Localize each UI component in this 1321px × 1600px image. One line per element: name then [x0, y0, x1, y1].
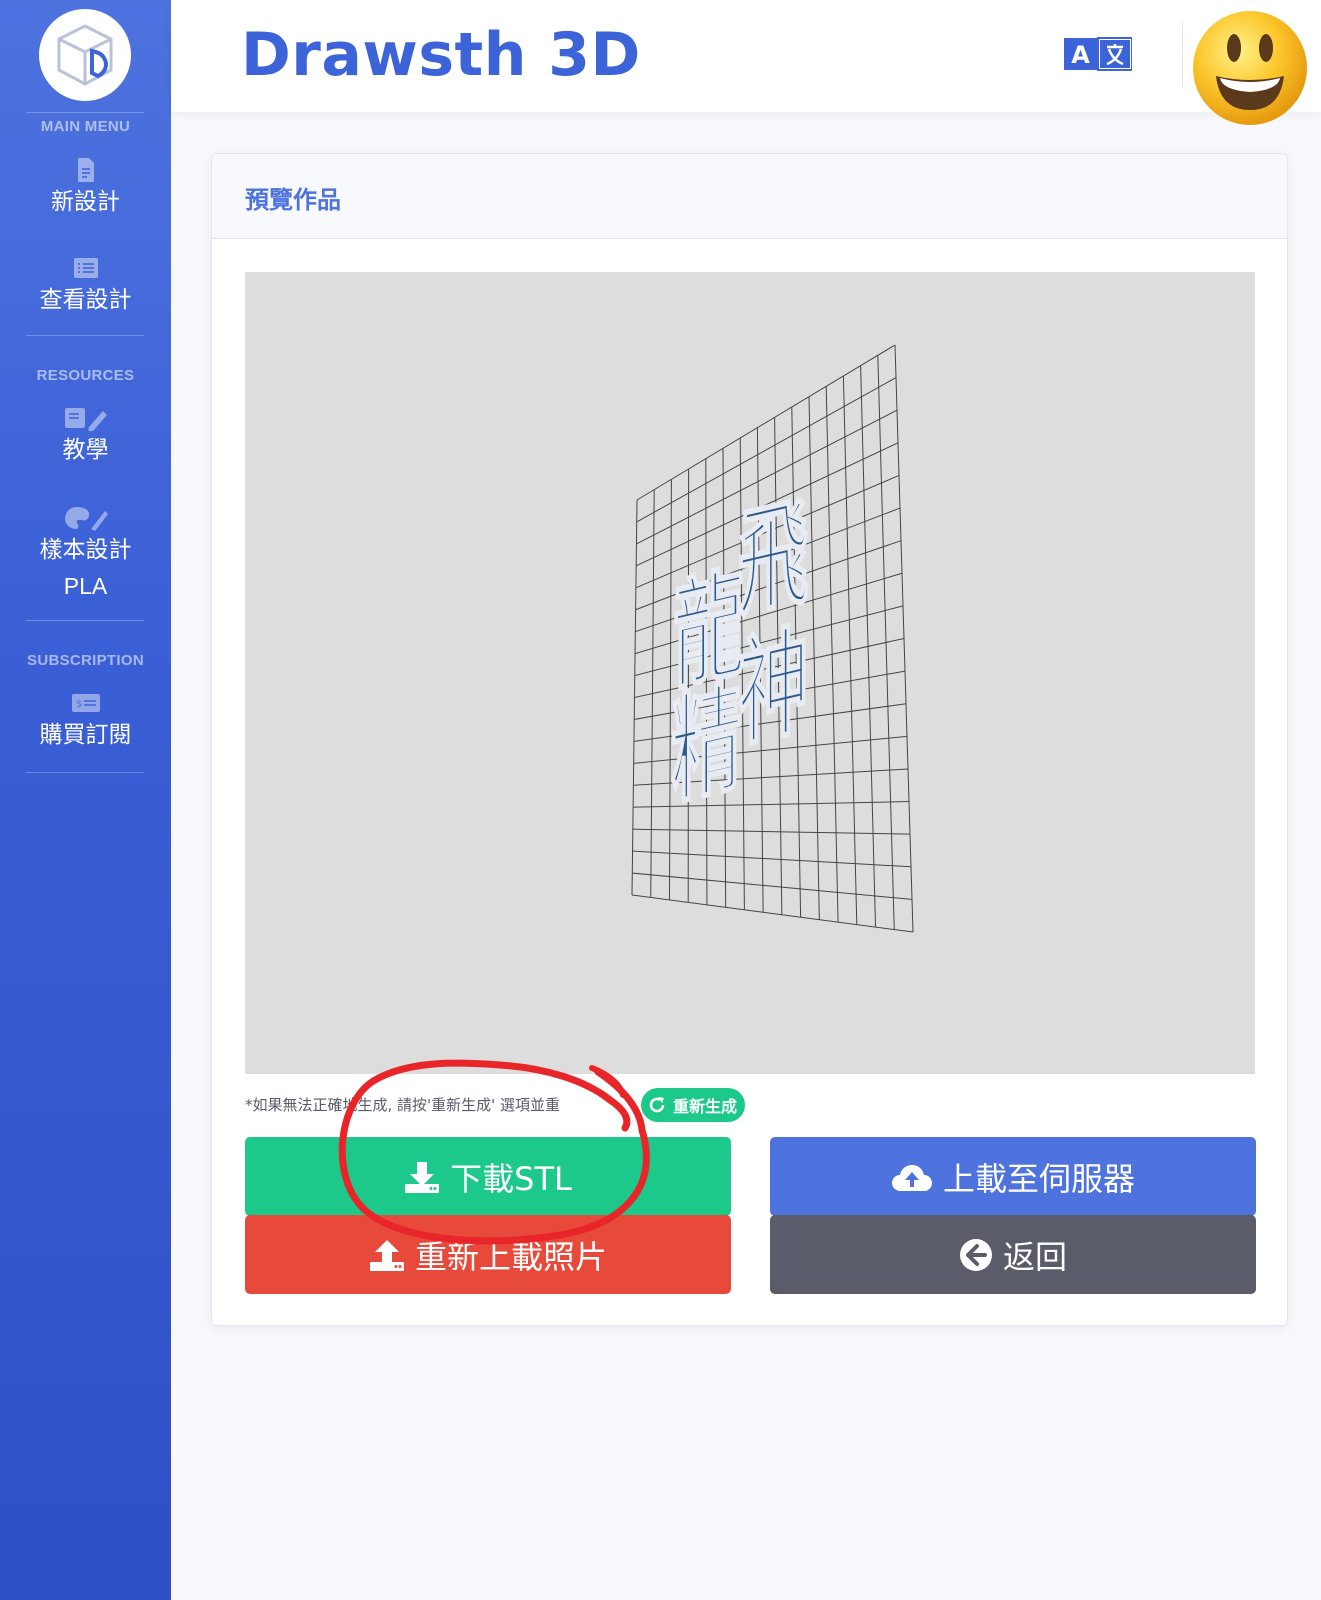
upload-server-label: 上載至伺服器: [942, 1159, 1135, 1198]
grid-line: [632, 850, 912, 868]
sidebar-item-label: 購買訂閱: [39, 722, 132, 748]
sidebar-divider: [26, 112, 144, 113]
3d-preview-viewer[interactable]: 飛 神 龍 精: [245, 272, 1255, 1074]
card-title: 預覽作品: [245, 186, 341, 214]
svg-text:精: 精: [671, 668, 742, 823]
upload-icon: [369, 1239, 404, 1271]
sidebar-item-label: 新設計: [51, 189, 120, 215]
regenerate-hint: *如果無法正確地生成, 請按'重新生成' 選項並重: [245, 1096, 561, 1114]
brand-title[interactable]: Drawsth 3D: [241, 20, 641, 90]
sidebar-divider: [26, 772, 144, 773]
sidebar-item-label: 查看設計: [39, 287, 132, 313]
sidebar-item-view-designs[interactable]: 查看設計: [0, 255, 171, 317]
preview-card: 預覽作品 飛 神 龍 精 *如果無法正確地生成, 請按'重新生成' 選項並重 重…: [211, 153, 1288, 1326]
logo[interactable]: [39, 9, 131, 101]
smiley-face-icon[interactable]: [1190, 6, 1310, 126]
money-card-icon: $: [71, 694, 100, 712]
3d-model-preview[interactable]: 飛 神 龍 精: [245, 272, 1255, 1074]
sidebar-item-sample-designs[interactable]: 樣本設計 PLA: [0, 505, 171, 603]
sidebar-divider: [26, 620, 144, 621]
grid-line: [636, 344, 896, 501]
sidebar: MAIN MENU 新設計 查看設計 RESOURCES 教學 樣本設計 PLA: [0, 0, 171, 1600]
download-icon: [405, 1161, 440, 1193]
sidebar-item-sublabel: PLA: [63, 573, 108, 599]
list-icon: [73, 258, 98, 278]
topbar: Drawsth 3D A: [171, 0, 1321, 125]
regenerate-label: 重新生成: [673, 1097, 738, 1116]
book-pencil-icon: [64, 408, 107, 431]
translate-icon[interactable]: A: [1064, 37, 1132, 71]
palette-brush-icon: [64, 507, 108, 531]
cloud-upload-icon: [891, 1164, 932, 1191]
sidebar-item-label: 樣本設計: [39, 537, 132, 563]
back-button[interactable]: 返回: [770, 1215, 1256, 1294]
main-menu-heading: MAIN MENU: [40, 118, 131, 135]
model-text: 飛 神 龍 精: [670, 481, 810, 824]
card-header: 預覽作品: [212, 154, 1287, 239]
grid-line: [632, 828, 911, 835]
download-label: 下載STL: [450, 1159, 572, 1198]
regenerate-button[interactable]: 重新生成: [641, 1088, 746, 1122]
sidebar-item-label: 教學: [62, 437, 109, 463]
resources-heading: RESOURCES: [36, 367, 135, 384]
topbar-divider: [1182, 22, 1183, 88]
svg-text:A: A: [1071, 41, 1090, 69]
sidebar-item-buy-subscription[interactable]: $ 購買訂閱: [0, 690, 171, 752]
redo-icon: [649, 1097, 665, 1113]
sidebar-divider: [26, 335, 144, 336]
reupload-label: 重新上載照片: [414, 1237, 607, 1276]
back-label: 返回: [1002, 1237, 1067, 1276]
reupload-photo-button[interactable]: 重新上載照片: [245, 1215, 731, 1294]
grid-line: [632, 872, 913, 900]
sidebar-item-tutorial[interactable]: 教學: [0, 405, 171, 467]
download-stl-button[interactable]: 下載STL: [245, 1137, 731, 1216]
grid-line: [631, 894, 914, 933]
upload-to-server-button[interactable]: 上載至伺服器: [770, 1137, 1256, 1216]
svg-text:$: $: [76, 699, 82, 710]
cube-d-logo-icon: [57, 24, 113, 86]
arrow-circle-left-icon: [959, 1238, 992, 1271]
file-icon: [77, 158, 94, 182]
svg-text:神: 神: [738, 611, 809, 766]
sidebar-item-new-design[interactable]: 新設計: [0, 157, 171, 219]
subscription-heading: SUBSCRIPTION: [27, 652, 144, 669]
